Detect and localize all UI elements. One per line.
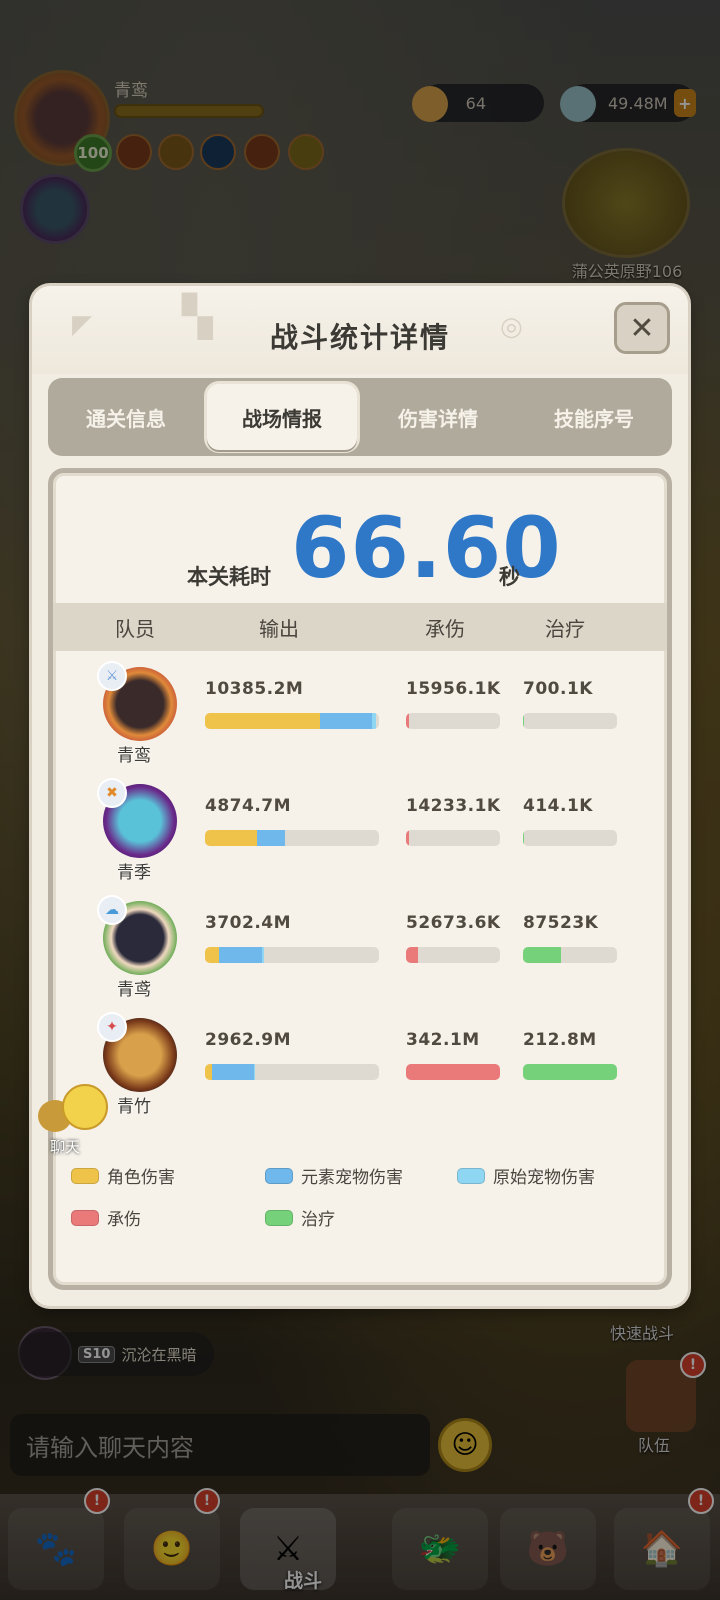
output-orig-segment	[253, 1064, 256, 1080]
heal-segment	[523, 1064, 617, 1080]
legend-label: 治疗	[301, 1210, 335, 1230]
col-heal: 治疗	[545, 616, 585, 641]
output-char-segment	[205, 830, 258, 846]
tank-bar	[406, 713, 500, 729]
legend-swatch	[71, 1167, 99, 1184]
dialog-header: ◤ ▚ ◎ 战斗统计详情 ✕	[32, 286, 688, 374]
legend-heal: 治疗	[265, 1205, 335, 1230]
heal-segment	[523, 713, 524, 729]
legend-elem-pet-damage: 元素宠物伤害	[265, 1163, 403, 1188]
legend-tank: 承伤	[71, 1205, 141, 1230]
output-elem-segment	[211, 1064, 254, 1080]
tab-damage-details[interactable]: 伤害详情	[363, 384, 513, 450]
output-value: 2962.9M	[205, 1030, 292, 1050]
stats-panel: 本关耗时 66.60 秒 队员 输出 承伤 治疗 ⚔ 青鸾 10385.2M 1…	[48, 468, 672, 1290]
output-bar	[205, 830, 379, 846]
heal-bar	[523, 713, 617, 729]
tank-bar	[406, 947, 500, 963]
stats-row: ✖ 青季 4874.7M 14233.1K 414.1K	[53, 774, 667, 886]
tank-value: 15956.1K	[406, 679, 501, 699]
heal-value: 414.1K	[523, 796, 593, 816]
heal-bar	[523, 830, 617, 846]
output-value: 4874.7M	[205, 796, 292, 816]
element-icon: ✦	[97, 1012, 127, 1042]
chat-label: 聊天	[50, 1138, 81, 1156]
output-char-segment	[205, 947, 219, 963]
legend-swatch	[71, 1209, 99, 1226]
legend-orig-pet-damage: 原始宠物伤害	[457, 1163, 595, 1188]
chat-face-icon	[62, 1084, 108, 1130]
legend-char-damage: 角色伤害	[71, 1163, 175, 1188]
tank-segment	[406, 947, 419, 963]
output-orig-segment	[372, 713, 376, 729]
heal-value: 700.1K	[523, 679, 593, 699]
heal-value: 87523K	[523, 913, 599, 933]
member-name: 青竹	[117, 1097, 151, 1117]
chat-bubble-icon[interactable]	[38, 1084, 108, 1144]
member-name: 青鸢	[117, 980, 151, 1000]
output-bar	[205, 1064, 379, 1080]
col-member: 队员	[115, 616, 155, 641]
element-icon: ✖	[97, 778, 127, 808]
output-orig-segment	[262, 947, 265, 963]
legend-label: 原始宠物伤害	[493, 1168, 595, 1188]
time-label: 本关耗时	[187, 565, 271, 589]
heal-segment	[523, 947, 561, 963]
output-char-segment	[205, 713, 320, 729]
tank-segment	[406, 713, 409, 729]
element-icon: ☁	[97, 895, 127, 925]
legend-swatch	[457, 1167, 485, 1184]
col-output: 输出	[259, 616, 299, 641]
heal-bar	[523, 1064, 617, 1080]
member-name: 青季	[117, 863, 151, 883]
output-char-segment	[205, 1064, 212, 1080]
col-tank: 承伤	[425, 616, 465, 641]
stats-row: ☁ 青鸢 3702.4M 52673.6K 87523K	[53, 891, 667, 1003]
heal-bar	[523, 947, 617, 963]
time-unit: 秒	[499, 565, 520, 589]
element-icon: ⚔	[97, 661, 127, 691]
heal-segment	[523, 830, 524, 846]
legend-label: 角色伤害	[107, 1168, 175, 1188]
stats-row: ⚔ 青鸾 10385.2M 15956.1K 700.1K	[53, 657, 667, 769]
tank-bar	[406, 1064, 500, 1080]
tank-segment	[406, 1064, 500, 1080]
tank-value: 14233.1K	[406, 796, 501, 816]
heal-value: 212.8M	[523, 1030, 597, 1050]
tank-value: 52673.6K	[406, 913, 501, 933]
legend-swatch	[265, 1209, 293, 1226]
stats-table-header: 队员 输出 承伤 治疗	[53, 603, 667, 651]
output-elem-segment	[218, 947, 263, 963]
tank-bar	[406, 830, 500, 846]
dialog-title: 战斗统计详情	[269, 321, 450, 354]
member-name: 青鸾	[117, 746, 151, 766]
tab-skill-order[interactable]: 技能序号	[519, 384, 669, 450]
time-value: 66.60	[291, 499, 562, 597]
tab-clear-info[interactable]: 通关信息	[51, 384, 201, 450]
stats-row: ✦ 青竹 2962.9M 342.1M 212.8M	[53, 1008, 667, 1120]
tank-segment	[406, 830, 409, 846]
tank-value: 342.1M	[406, 1030, 480, 1050]
battle-stats-dialog: ◤ ▚ ◎ 战斗统计详情 ✕ 通关信息 战场情报 伤害详情 技能序号 本关耗时 …	[32, 286, 688, 1306]
output-value: 3702.4M	[205, 913, 292, 933]
output-value: 10385.2M	[205, 679, 304, 699]
tab-battle-report[interactable]: 战场情报	[207, 384, 357, 450]
output-elem-segment	[257, 830, 286, 846]
output-bar	[205, 947, 379, 963]
output-elem-segment	[319, 713, 373, 729]
legend-swatch	[265, 1167, 293, 1184]
legend-label: 承伤	[107, 1210, 141, 1230]
output-bar	[205, 713, 379, 729]
close-button[interactable]: ✕	[614, 302, 670, 354]
close-icon: ✕	[629, 310, 655, 346]
tab-bar: 通关信息 战场情报 伤害详情 技能序号	[48, 378, 672, 456]
legend-label: 元素宠物伤害	[301, 1168, 403, 1188]
